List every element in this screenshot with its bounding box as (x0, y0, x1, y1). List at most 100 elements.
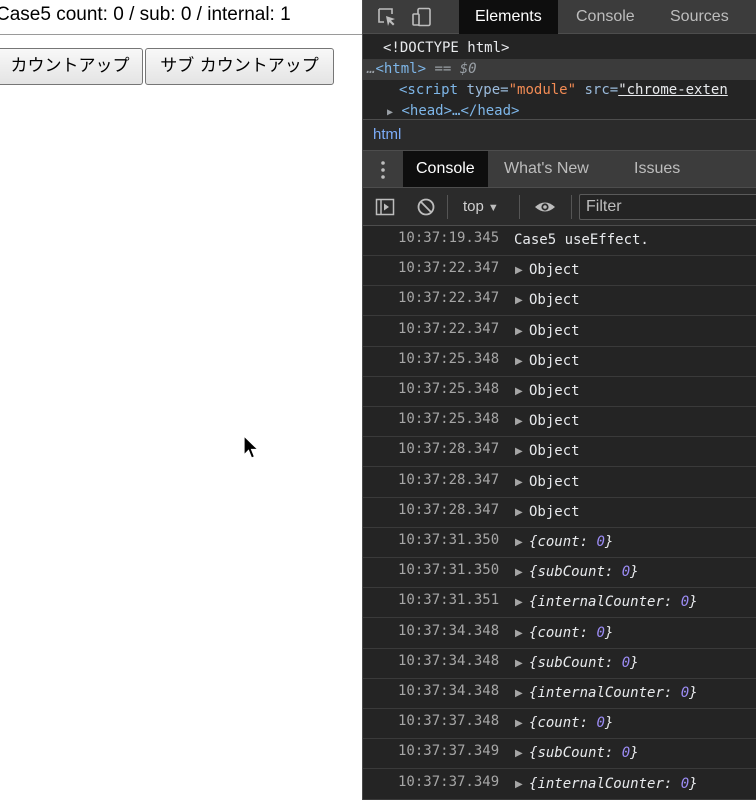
console-log-row[interactable]: 10:37:31.350 ▶ {subCount: 0} (363, 558, 756, 589)
script-val-type: "module" (508, 82, 577, 98)
console-log-row[interactable]: 10:37:37.349 ▶ {subCount: 0} (363, 739, 756, 770)
log-object[interactable]: Object (529, 383, 580, 399)
sidebar-toggle-icon[interactable] (375, 197, 395, 217)
dom-doctype[interactable]: <!DOCTYPE html> (383, 38, 509, 59)
drawer-tab-issues[interactable]: Issues (621, 151, 693, 187)
expand-triangle-icon[interactable]: ▶ (515, 688, 523, 699)
console-log-row[interactable]: 10:37:37.349 ▶ {internalCounter: 0} (363, 770, 756, 800)
console-log-row[interactable]: 10:37:19.345 Case5 useEffect. (363, 226, 756, 256)
expand-triangle-icon[interactable]: ▶ (515, 718, 523, 729)
log-object[interactable]: {internalCounter: 0} (529, 685, 698, 701)
script-src-link[interactable]: "chrome-exten (618, 82, 728, 98)
log-object[interactable]: Object (529, 262, 580, 278)
eye-icon[interactable] (533, 197, 557, 217)
log-timestamp: 10:37:37.348 (398, 713, 500, 730)
console-log-row[interactable]: 10:37:28.347 ▶ Object (363, 468, 756, 498)
mouse-pointer-icon (243, 435, 260, 459)
head-tag: <head>…</head> (401, 103, 520, 119)
log-object[interactable]: {subCount: 0} (529, 745, 639, 761)
console-log-row[interactable]: 10:37:22.347 ▶ Object (363, 256, 756, 287)
log-object[interactable]: {count: 0} (529, 534, 613, 550)
expand-triangle-icon[interactable]: ▶ (515, 507, 523, 518)
clear-console-icon[interactable] (416, 197, 436, 217)
context-selector[interactable]: top ▼ (463, 194, 499, 220)
log-timestamp: 10:37:31.350 (398, 562, 500, 579)
expand-triangle-icon[interactable]: ▶ (515, 537, 523, 548)
log-object[interactable]: {internalCounter: 0} (529, 776, 698, 792)
log-timestamp: 10:37:34.348 (398, 652, 500, 669)
object-key: subCount (537, 654, 605, 671)
log-timestamp: 10:37:19.345 (398, 230, 500, 246)
console-log-row[interactable]: 10:37:22.347 ▶ Object (363, 286, 756, 317)
expand-triangle-icon[interactable]: ▶ (515, 265, 523, 276)
console-log-row[interactable]: 10:37:34.348 ▶ {subCount: 0} (363, 649, 756, 679)
object-value: 0 (680, 775, 690, 792)
expand-triangle-icon[interactable]: ▶ (515, 446, 523, 457)
log-object[interactable]: {subCount: 0} (529, 655, 639, 671)
breadcrumb-html[interactable]: html (373, 126, 401, 143)
filter-input[interactable] (579, 194, 756, 220)
context-label: top (463, 198, 484, 215)
tab-sources[interactable]: Sources (654, 0, 745, 34)
log-object[interactable]: {subCount: 0} (529, 564, 639, 580)
drawer-tab-whats-new[interactable]: What's New (491, 151, 602, 187)
expand-triangle-icon[interactable]: ▶ (515, 356, 523, 367)
expand-triangle-icon[interactable]: ▶ (387, 107, 393, 118)
dom-script-node[interactable]: <script type="module" src="chrome-exten (399, 80, 728, 101)
console-log-row[interactable]: 10:37:34.348 ▶ {internalCounter: 0} (363, 679, 756, 709)
drawer-tab-console[interactable]: Console (403, 151, 488, 187)
expand-triangle-icon[interactable]: ▶ (515, 295, 523, 306)
expand-triangle-icon[interactable]: ▶ (515, 597, 523, 608)
log-object[interactable]: Object (529, 353, 580, 369)
devtools-tabbar: Elements Console Sources (363, 0, 756, 34)
expand-triangle-icon[interactable]: ▶ (515, 628, 523, 639)
expand-triangle-icon[interactable]: ▶ (515, 386, 523, 397)
expand-triangle-icon[interactable]: ▶ (515, 658, 523, 669)
toolbar-separator (519, 195, 520, 219)
tab-console[interactable]: Console (560, 0, 651, 34)
console-log-row[interactable]: 10:37:37.348 ▶ {count: 0} (363, 709, 756, 740)
console-log-row[interactable]: 10:37:34.348 ▶ {count: 0} (363, 619, 756, 649)
log-timestamp: 10:37:31.350 (398, 532, 500, 548)
log-object[interactable]: Object (529, 474, 580, 490)
log-object[interactable]: {count: 0} (529, 625, 613, 641)
expand-triangle-icon[interactable]: ▶ (515, 477, 523, 488)
dom-html-node[interactable]: …<html> == $0 (363, 59, 756, 80)
console-log-row[interactable]: 10:37:25.348 ▶ Object (363, 407, 756, 438)
dropdown-arrow-icon: ▼ (487, 202, 499, 214)
log-object[interactable]: {internalCounter: 0} (529, 594, 698, 610)
expand-triangle-icon[interactable]: ▶ (515, 326, 523, 337)
console-log-row[interactable]: 10:37:25.348 ▶ Object (363, 347, 756, 377)
log-timestamp: 10:37:37.349 (398, 773, 500, 790)
expand-triangle-icon[interactable]: ▶ (515, 779, 523, 790)
console-log-row[interactable]: 10:37:31.351 ▶ {internalCounter: 0} (363, 588, 756, 619)
log-object[interactable]: Object (529, 443, 580, 459)
object-value: 0 (596, 715, 605, 732)
count-up-button[interactable]: カウントアップ (0, 48, 143, 85)
expand-triangle-icon[interactable]: ▶ (515, 748, 523, 759)
expand-triangle-icon[interactable]: ▶ (515, 416, 523, 427)
expand-triangle-icon[interactable]: ▶ (515, 567, 523, 578)
log-message: Case5 useEffect. (514, 232, 649, 248)
log-object[interactable]: Object (529, 413, 580, 429)
device-toolbar-icon[interactable] (411, 7, 433, 27)
log-timestamp: 10:37:37.349 (398, 743, 500, 760)
console-log-row[interactable]: 10:37:28.347 ▶ Object (363, 498, 756, 528)
more-menu-icon[interactable] (380, 160, 386, 180)
log-object[interactable]: Object (529, 323, 580, 339)
page-heading: Case5 count: 0 / sub: 0 / internal: 1 (0, 4, 291, 25)
log-object[interactable]: {count: 0} (529, 715, 613, 731)
tab-elements[interactable]: Elements (459, 0, 558, 34)
web-page: Case5 count: 0 / sub: 0 / internal: 1 カウ… (0, 0, 362, 800)
console-log-row[interactable]: 10:37:22.347 ▶ Object (363, 317, 756, 347)
html-tag: <html> (375, 61, 427, 77)
console-log-row[interactable]: 10:37:28.347 ▶ Object (363, 437, 756, 468)
inspect-element-icon[interactable] (377, 7, 399, 27)
console-log-row[interactable]: 10:37:25.348 ▶ Object (363, 377, 756, 407)
console-log-row[interactable]: 10:37:31.350 ▶ {count: 0} (363, 528, 756, 558)
toolbar-separator (571, 195, 572, 219)
script-attr-type: type= (466, 82, 509, 98)
log-object[interactable]: Object (529, 504, 580, 520)
sub-count-up-button[interactable]: サブ カウントアップ (145, 48, 334, 85)
log-object[interactable]: Object (529, 292, 580, 308)
